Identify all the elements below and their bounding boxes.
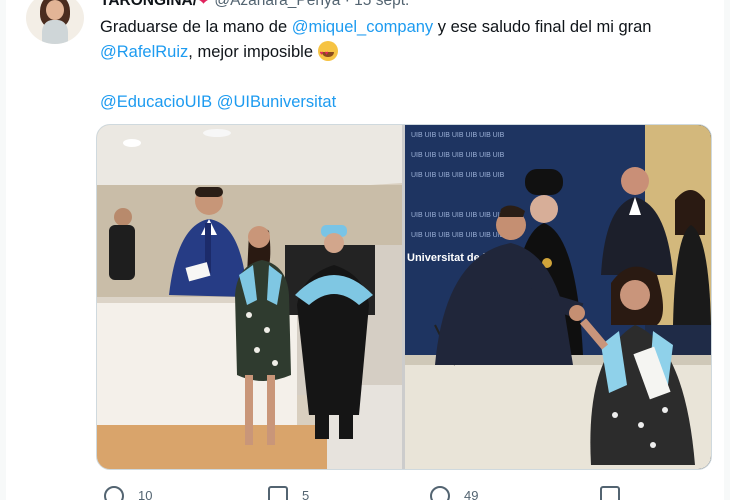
separator: ·	[344, 0, 350, 9]
tweet-header: TARONGINA/❤ @Azahara_Penya · 15 sept.	[100, 0, 409, 10]
graduation-photo-right: UIB UIB UIB UIB UIB UIB UIB UIB UIB UIB …	[405, 125, 711, 469]
photo-left[interactable]	[97, 125, 402, 469]
display-name[interactable]: TARONGINA/	[100, 0, 197, 9]
svg-text:UIB UIB UIB UIB UIB: UIB UIB UIB UIB UIB UIB UIB	[411, 152, 505, 159]
text-segment: y ese saludo final del mi gran	[433, 18, 652, 36]
svg-text:UIB UIB UIB UIB UIB: UIB UIB UIB UIB UIB UIB UIB	[411, 232, 505, 239]
photo-right[interactable]: UIB UIB UIB UIB UIB UIB UIB UIB UIB UIB …	[405, 125, 711, 469]
mention-link[interactable]: @EducacioUIB	[100, 93, 212, 111]
reply-button[interactable]: 10	[104, 486, 152, 500]
heart-icon: ❤	[197, 0, 211, 9]
reply-icon	[104, 486, 124, 500]
avatar-dress	[42, 20, 68, 44]
text-segment: , mejor imposible	[188, 43, 318, 61]
share-button[interactable]	[600, 486, 634, 500]
tweet-text: Graduarse de la mano de @miquel_company …	[100, 15, 712, 115]
graduation-photo-left	[97, 125, 402, 469]
svg-text:UIB UIB UIB UIB UIB: UIB UIB UIB UIB UIB UIB UIB	[411, 132, 505, 139]
like-count: 49	[464, 488, 479, 500]
text-segment: Graduarse de la mano de	[100, 18, 292, 36]
tweet-date[interactable]: 15 sept.	[354, 0, 409, 9]
avatar-face	[46, 0, 64, 20]
like-icon	[430, 486, 450, 500]
handle[interactable]: @Azahara_Penya	[214, 0, 340, 9]
like-button[interactable]: 49	[430, 486, 478, 500]
mention-link[interactable]: @RafelRuiz	[100, 43, 188, 61]
avatar[interactable]	[26, 0, 84, 44]
retweet-count: 5	[302, 488, 310, 500]
share-icon	[600, 486, 620, 500]
svg-text:UIB UIB UIB UIB UIB: UIB UIB UIB UIB UIB UIB UIB	[411, 212, 505, 219]
retweet-button[interactable]: 5	[268, 486, 309, 500]
reply-count: 10	[138, 488, 153, 500]
svg-text:UIB UIB UIB UIB UIB: UIB UIB UIB UIB UIB UIB UIB	[411, 172, 505, 179]
more-options-icon[interactable]: ···	[683, 0, 702, 6]
mention-link[interactable]: @miquel_company	[292, 18, 433, 36]
retweet-icon	[268, 486, 288, 500]
media-grid: UIB UIB UIB UIB UIB UIB UIB UIB UIB UIB …	[96, 124, 712, 470]
smiling-face-with-hearts-icon	[317, 41, 338, 67]
tweet-card[interactable]: TARONGINA/❤ @Azahara_Penya · 15 sept. ··…	[6, 0, 724, 500]
tweet-actions: 10 5 49	[100, 486, 620, 500]
mention-link[interactable]: @UIBuniversitat	[217, 93, 336, 111]
